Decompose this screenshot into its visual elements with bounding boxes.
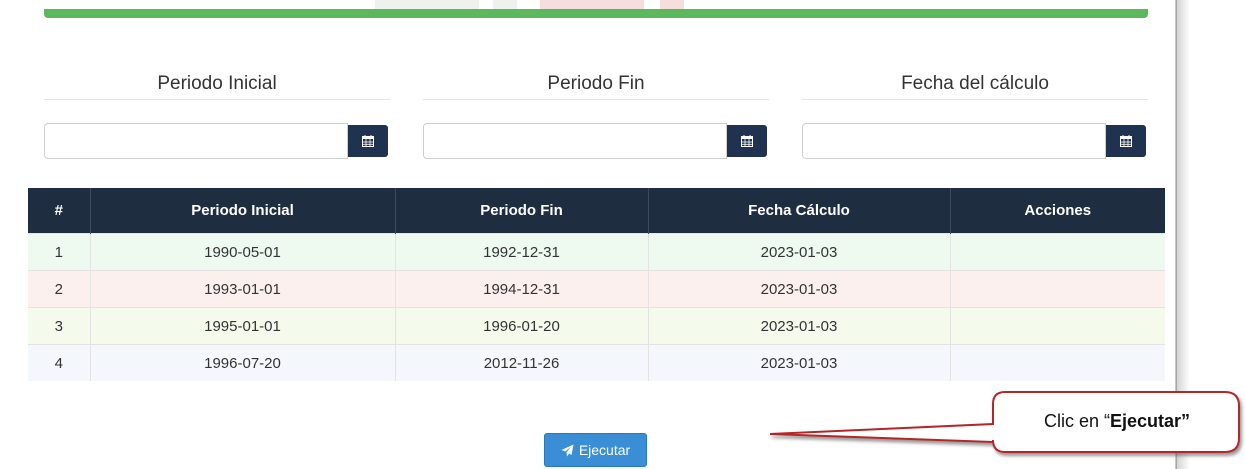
periodo-inicial-cell: 1990-05-01 [90, 233, 396, 271]
table-row: 3 1995-01-01 1996-01-20 2023-01-03 [28, 307, 1165, 345]
results-table: # Periodo Inicial Periodo Fin Fecha Cálc… [28, 188, 1165, 381]
callout-text: Clic en “Ejecutar” [1003, 404, 1231, 438]
calendar-button[interactable] [1106, 125, 1146, 157]
filter-label: Periodo Fin [547, 73, 645, 94]
periodo-inicial-input[interactable] [44, 123, 348, 159]
periodo-inicial-cell: 1996-07-20 [90, 344, 396, 381]
table-row: 4 1996-07-20 2012-11-26 2023-01-03 [28, 344, 1165, 381]
periodo-inicial-cell: 1993-01-01 [90, 270, 396, 308]
top-progress-bar [44, 9, 1148, 18]
column-header: Periodo Fin [395, 188, 649, 234]
periodo-fin-cell: 1992-12-31 [395, 233, 649, 271]
column-header: Periodo Inicial [90, 188, 396, 234]
table-row: 1 1990-05-01 1992-12-31 2023-01-03 [28, 233, 1165, 271]
paper-plane-icon [561, 444, 574, 456]
callout-bold: Ejecutar” [1109, 411, 1191, 431]
periodo-fin-cell: 1994-12-31 [395, 270, 649, 308]
acciones-cell [950, 270, 1165, 308]
periodo-fin-input[interactable] [423, 123, 727, 159]
column-header: # [28, 188, 91, 234]
calendar-button[interactable] [348, 125, 388, 157]
calendar-icon [1120, 135, 1132, 147]
execute-button[interactable]: Ejecutar [544, 433, 647, 467]
periodo-fin-cell: 2012-11-26 [395, 344, 649, 381]
row-number: 1 [28, 233, 91, 271]
execute-button-label: Ejecutar [578, 442, 631, 458]
acciones-cell [950, 233, 1165, 271]
fecha-calculo-cell: 2023-01-03 [648, 344, 951, 381]
calendar-button[interactable] [727, 125, 767, 157]
row-number: 4 [28, 344, 91, 381]
fecha-calculo-input[interactable] [802, 123, 1106, 159]
column-header: Fecha Cálculo [648, 188, 951, 234]
calendar-icon [741, 135, 753, 147]
row-number: 2 [28, 270, 91, 308]
periodo-inicial-cell: 1995-01-01 [90, 307, 396, 345]
periodo-fin-cell: 1996-01-20 [395, 307, 649, 345]
panel-shadow [1176, 0, 1190, 469]
divider [802, 99, 1148, 100]
fecha-calculo-cell: 2023-01-03 [648, 270, 951, 308]
fecha-calculo-cell: 2023-01-03 [648, 233, 951, 271]
divider [44, 99, 390, 100]
table-header-row: # Periodo Inicial Periodo Fin Fecha Cálc… [28, 188, 1165, 234]
callout-prefix: Clic en “ [1043, 411, 1110, 431]
divider [423, 99, 769, 100]
acciones-cell [950, 344, 1165, 381]
table-row: 2 1993-01-01 1994-12-31 2023-01-03 [28, 270, 1165, 308]
calendar-icon [362, 135, 374, 147]
row-number: 3 [28, 307, 91, 345]
acciones-cell [950, 307, 1165, 345]
filter-label: Fecha del cálculo [901, 73, 1049, 94]
filter-label: Periodo Inicial [157, 73, 277, 94]
column-header: Acciones [950, 188, 1165, 234]
fecha-calculo-cell: 2023-01-03 [648, 307, 951, 345]
